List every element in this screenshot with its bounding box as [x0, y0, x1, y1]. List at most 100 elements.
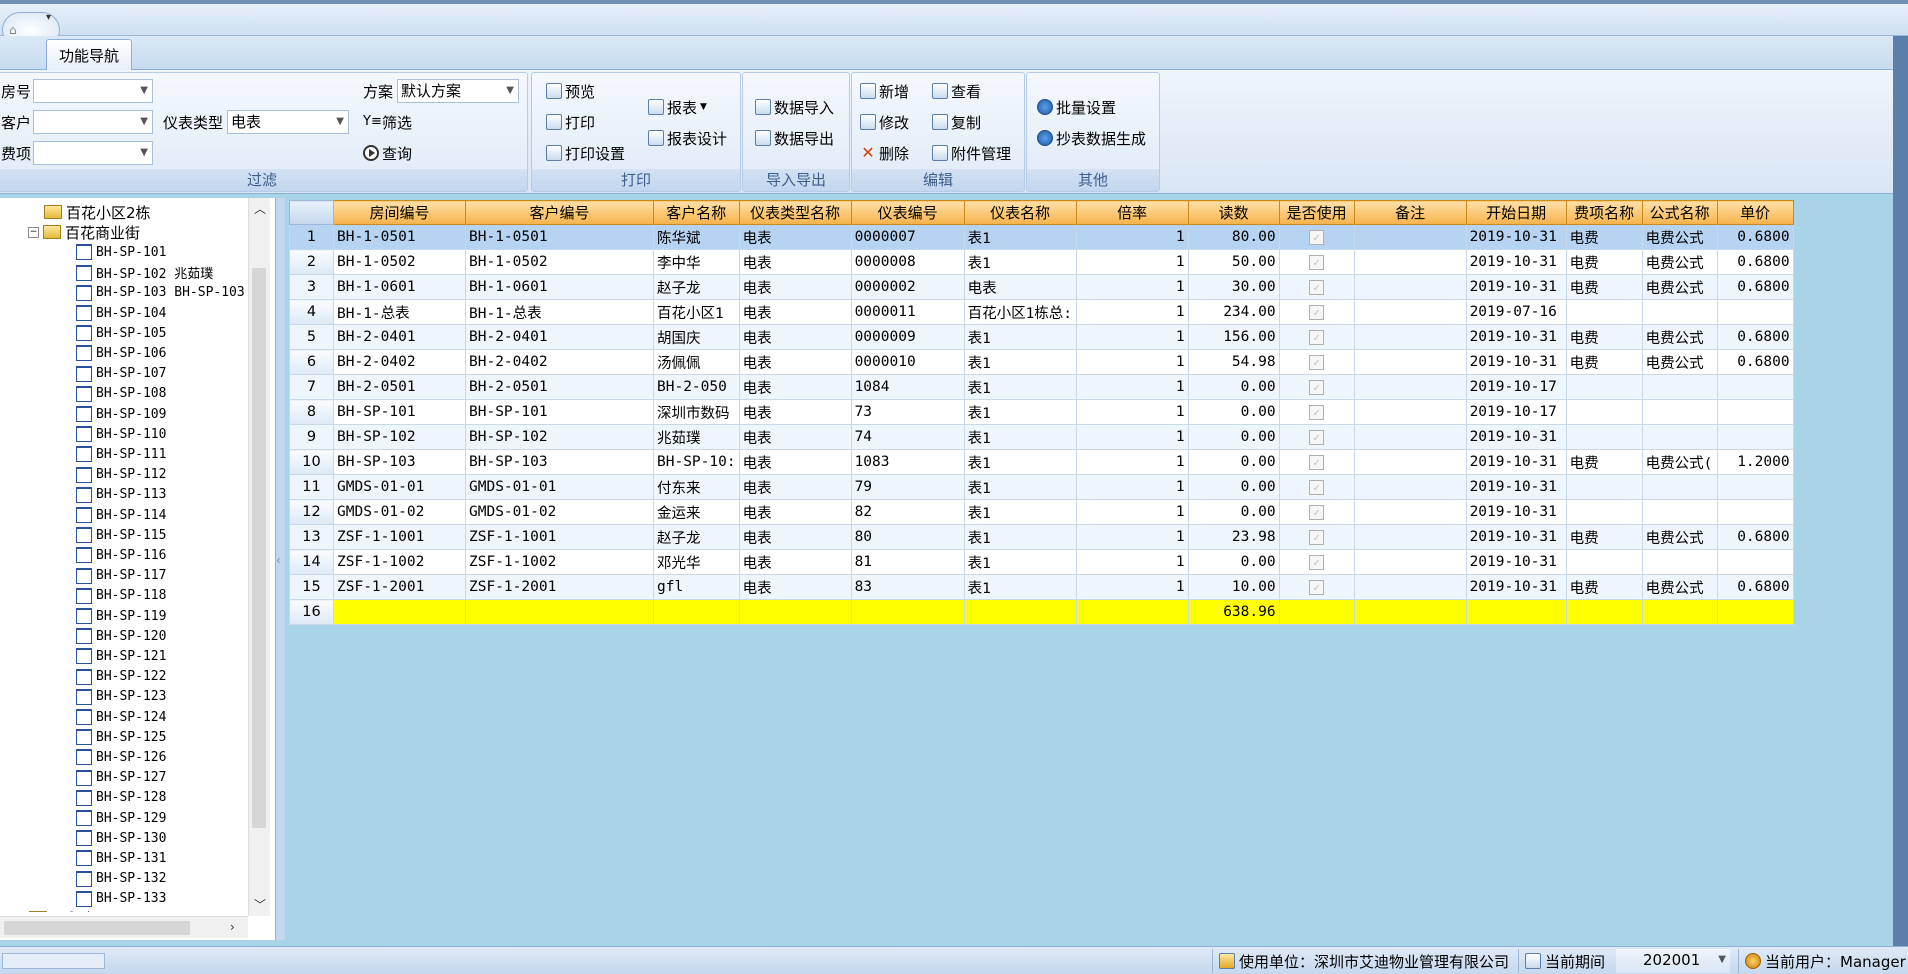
table-row[interactable]: 7 BH-2-0501 BH-2-0501 BH-2-050 电表 1084 表1 1 0.00…: [289, 374, 1794, 400]
grid-cell[interactable]: 0000009: [850, 324, 965, 350]
grid-cell[interactable]: [1353, 474, 1467, 500]
column-header[interactable]: 备注: [1353, 200, 1467, 225]
grid-cell[interactable]: 电费公式: [1641, 324, 1718, 350]
column-header[interactable]: 单价: [1716, 200, 1794, 225]
grid-cell[interactable]: 邓光华: [653, 549, 740, 575]
grid-cell[interactable]: 表1: [963, 374, 1077, 400]
row-number[interactable]: 9: [289, 424, 334, 450]
grid-cell[interactable]: 2019-10-31: [1465, 449, 1567, 475]
column-header[interactable]: 开始日期: [1465, 200, 1567, 225]
grid-cell[interactable]: 表1: [963, 449, 1077, 475]
grid-cell[interactable]: [1641, 474, 1718, 500]
grid-cell[interactable]: [1641, 424, 1718, 450]
grid-cell[interactable]: 1: [1075, 249, 1189, 275]
grid-cell[interactable]: 深圳市数码: [653, 399, 740, 425]
grid-cell[interactable]: 2019-10-31: [1465, 524, 1567, 550]
generate-reading-data-button[interactable]: 抄表数据生成: [1037, 126, 1146, 150]
tree-item-building[interactable]: − 百花商业街: [28, 222, 140, 242]
grid-cell[interactable]: 2019-10-17: [1465, 374, 1567, 400]
grid-cell[interactable]: [1716, 549, 1794, 575]
grid-cell[interactable]: 2019-10-31: [1465, 224, 1567, 250]
tree-item-room[interactable]: BH-SP-132: [76, 869, 166, 889]
table-row[interactable]: 6 BH-2-0402 BH-2-0402 汤佩佩 电表 0000010 表1 1 54.98 ✓…: [289, 349, 1794, 375]
grid-cell[interactable]: [1353, 524, 1467, 550]
grid-cell[interactable]: 电表: [738, 374, 852, 400]
tree-item-room[interactable]: BH-SP-113: [76, 485, 166, 505]
table-row[interactable]: 12 GMDS-01-02 GMDS-01-02 金运来 电表 82 表1 1 0.00 ✓ 201…: [289, 499, 1794, 525]
grid-cell[interactable]: 电费: [1565, 324, 1643, 350]
grid-cell[interactable]: [1353, 499, 1467, 525]
grid-cell[interactable]: 李中华: [653, 249, 740, 275]
tree-item-room[interactable]: BH-SP-129: [76, 808, 166, 828]
grid-cell[interactable]: 百花小区1: [653, 299, 740, 325]
grid-cell[interactable]: BH-1-总表: [333, 299, 466, 325]
column-header[interactable]: 仪表类型名称: [738, 200, 852, 225]
grid-cell[interactable]: ZSF-1-1002: [465, 549, 654, 575]
data-import-button[interactable]: 数据导入: [755, 95, 834, 119]
grid-cell[interactable]: 电费公式: [1641, 349, 1718, 375]
tree-horizontal-scroll-thumb[interactable]: [4, 921, 190, 935]
tree-item-room[interactable]: BH-SP-105: [76, 323, 166, 343]
tree-item-room[interactable]: BH-SP-124: [76, 707, 166, 727]
grid-cell[interactable]: 74: [850, 424, 965, 450]
grid-cell[interactable]: BH-2-0402: [333, 349, 466, 375]
grid-cell[interactable]: BH-SP-103: [465, 449, 654, 475]
grid-cell[interactable]: 80: [850, 524, 965, 550]
row-number[interactable]: 16: [289, 599, 334, 625]
grid-cell[interactable]: BH-SP-10:: [653, 449, 740, 475]
grid-cell[interactable]: 2019-10-31: [1465, 474, 1567, 500]
grid-cell[interactable]: ZSF-1-2001: [333, 574, 466, 600]
grid-cell[interactable]: 电费: [1565, 274, 1643, 300]
grid-cell[interactable]: 2019-10-31: [1465, 249, 1567, 275]
table-row[interactable]: 14 ZSF-1-1002 ZSF-1-1002 邓光华 电表 81 表1 1 0.00 ✓ 201…: [289, 549, 1794, 575]
row-number[interactable]: 11: [289, 474, 334, 500]
grid-cell[interactable]: BH-1-0502: [333, 249, 466, 275]
add-button[interactable]: 新增: [860, 79, 909, 103]
report-button[interactable]: 报表 ▼: [648, 95, 707, 119]
in-use-checkbox-cell[interactable]: ✓: [1278, 424, 1355, 450]
row-number[interactable]: 12: [289, 499, 334, 525]
grid-cell[interactable]: BH-1-0501: [465, 224, 654, 250]
collapse-icon[interactable]: −: [28, 226, 39, 238]
grid-cell[interactable]: 表1: [963, 224, 1077, 250]
grid-corner[interactable]: [289, 200, 334, 225]
grid-cell[interactable]: [1565, 499, 1643, 525]
grid-cell[interactable]: 电表: [738, 474, 852, 500]
tree-item-room[interactable]: BH-SP-102 兆茹璞: [76, 263, 213, 283]
data-export-button[interactable]: 数据导出: [755, 126, 834, 150]
grid-cell[interactable]: 1: [1075, 399, 1189, 425]
column-header[interactable]: 仪表编号: [850, 200, 965, 225]
grid-cell[interactable]: 电费: [1565, 349, 1643, 375]
row-number[interactable]: 13: [289, 524, 334, 550]
grid-cell[interactable]: 电费: [1565, 249, 1643, 275]
view-button[interactable]: 查看: [932, 79, 981, 103]
grid-cell[interactable]: [1353, 399, 1467, 425]
grid-cell[interactable]: [1353, 324, 1467, 350]
in-use-checkbox-cell[interactable]: ✓: [1278, 274, 1355, 300]
row-number[interactable]: 7: [289, 374, 334, 400]
grid-cell[interactable]: 2019-10-31: [1465, 549, 1567, 575]
grid-cell[interactable]: 80.00: [1187, 224, 1280, 250]
grid-cell[interactable]: 电费: [1565, 524, 1643, 550]
grid-cell[interactable]: GMDS-01-01: [465, 474, 654, 500]
print-settings-button[interactable]: 打印设置: [546, 141, 625, 165]
tree-vertical-scrollbar[interactable]: ︿ ﹀: [248, 198, 270, 916]
grid-cell[interactable]: 电表: [738, 499, 852, 525]
grid-cell[interactable]: [1565, 399, 1643, 425]
checkbox[interactable]: ✓: [1309, 580, 1325, 595]
grid-cell[interactable]: [1641, 399, 1718, 425]
grid-cell[interactable]: 金运来: [653, 499, 740, 525]
grid-cell[interactable]: 电表: [738, 399, 852, 425]
table-row[interactable]: 8 BH-SP-101 BH-SP-101 深圳市数码 电表 73 表1 1 0.00 ✓ 2019…: [289, 399, 1794, 425]
grid-cell[interactable]: 表1: [963, 549, 1077, 575]
preview-button[interactable]: 预览: [546, 79, 595, 103]
tree-item-room[interactable]: BH-SP-115: [76, 525, 166, 545]
grid-cell[interactable]: 电费公式(: [1641, 449, 1718, 475]
checkbox[interactable]: ✓: [1309, 405, 1325, 420]
grid-cell[interactable]: 0000008: [850, 249, 965, 275]
print-button[interactable]: 打印: [546, 110, 595, 134]
grid-cell[interactable]: 30.00: [1187, 274, 1280, 300]
in-use-checkbox-cell[interactable]: ✓: [1278, 474, 1355, 500]
grid-cell[interactable]: 电表: [738, 249, 852, 275]
tree-item-room[interactable]: BH-SP-108: [76, 384, 166, 404]
